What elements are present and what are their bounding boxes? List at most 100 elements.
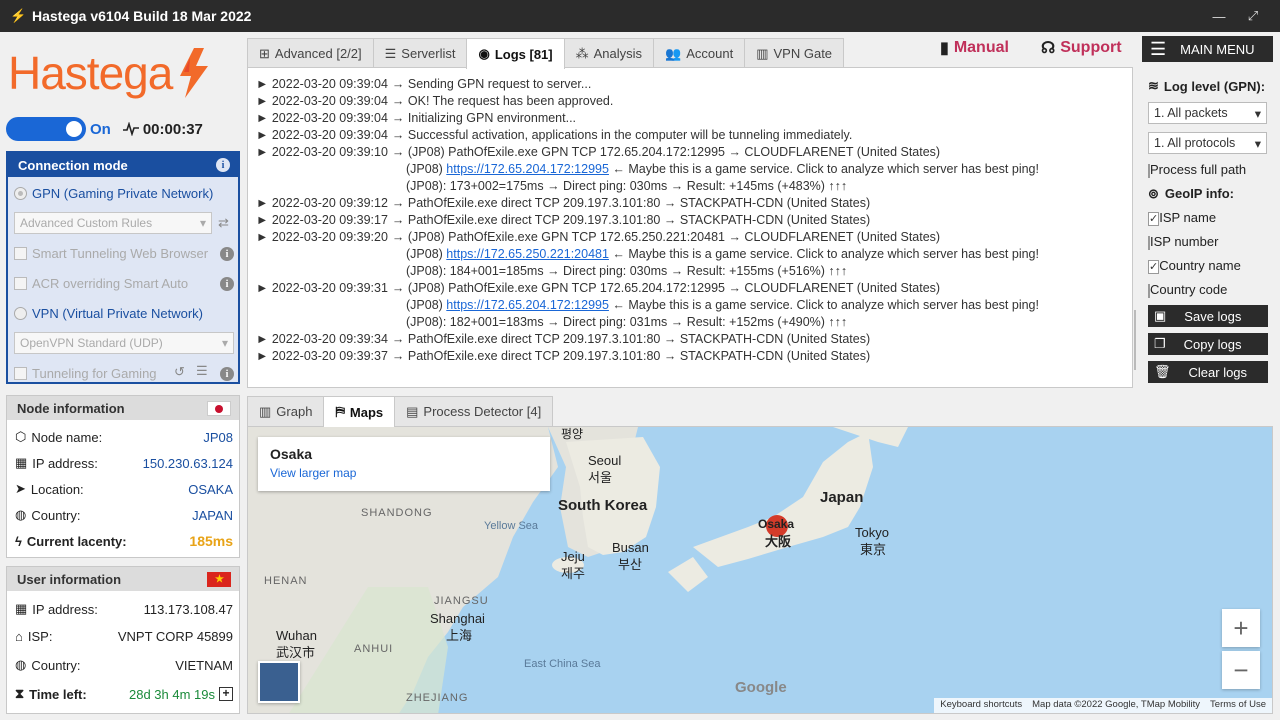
isp-number-checkbox[interactable]: ISP number xyxy=(1148,234,1219,250)
log-line: ► 2022-03-20 09:39:31 → (JP08) PathOfExil… xyxy=(256,281,940,295)
copy-logs-label: Copy logs xyxy=(1183,336,1242,352)
google-logo: Google xyxy=(735,679,787,696)
country-name-checkbox[interactable]: ✓Country name xyxy=(1148,258,1241,274)
chevron-down-icon: ▾ xyxy=(1254,136,1261,151)
connection-mode-title: Connection mode xyxy=(18,157,128,173)
title-bar: ⚡ Hastega v6104 Build 18 Mar 2022 — ⤢ xyxy=(0,0,1280,32)
main-menu-button[interactable]: ☰ MAIN MENU xyxy=(1142,36,1273,62)
analyze-link[interactable]: https://172.65.204.172:12995 xyxy=(446,298,609,312)
info-icon[interactable]: i xyxy=(220,277,234,291)
checkbox-icon xyxy=(14,277,27,290)
japan-flag-icon xyxy=(207,400,231,416)
connection-toggle[interactable] xyxy=(6,117,86,141)
info-icon[interactable]: i xyxy=(216,158,230,172)
clear-logs-button[interactable]: 🗑 Clear logs xyxy=(1148,361,1268,383)
node-country-key: Country: xyxy=(31,507,81,523)
save-logs-button[interactable]: ▣ Save logs xyxy=(1148,305,1268,327)
user-ip-key: IP address: xyxy=(32,601,98,617)
node-information-header: Node information xyxy=(7,396,239,420)
tab-account[interactable]: 👥 Account xyxy=(653,38,746,68)
chip-icon: ▤ xyxy=(406,403,419,419)
tab-logs[interactable]: ◉ Logs [81] xyxy=(466,38,565,69)
hourglass-icon: ⧗ xyxy=(15,686,25,701)
tab-advanced[interactable]: ⊞ Advanced [2/2] xyxy=(247,38,374,68)
isp-number-label: ISP number xyxy=(1150,234,1219,249)
log-text: → OK! The request has been approved. xyxy=(391,94,614,108)
log-timestamp: ► 2022-03-20 09:39:34 xyxy=(256,332,388,346)
main-tabs: ⊞ Advanced [2/2] ☰ Serverlist ◉ Logs [81] ⁂… xyxy=(247,38,845,69)
user-country-value: VIETNAM xyxy=(175,657,233,673)
tab-analysis-label: Analysis xyxy=(593,46,643,61)
terms-link[interactable]: Terms of Use xyxy=(1210,699,1266,712)
log-scrollbar[interactable] xyxy=(1134,310,1136,370)
eye-icon: ◉ xyxy=(478,46,490,61)
tab-analysis[interactable]: ⁂ Analysis xyxy=(563,38,655,68)
log-line: (JP08) https://172.65.204.172:12995 ← Ma… xyxy=(406,298,1039,312)
isp-name-checkbox[interactable]: ✓ISP name xyxy=(1148,210,1216,226)
tab-maps[interactable]: ⛿ Maps xyxy=(323,396,396,427)
list-icon[interactable]: ☰ xyxy=(196,363,208,379)
log-timestamp: ► 2022-03-20 09:39:04 xyxy=(256,94,388,108)
zoom-in-button[interactable]: + xyxy=(1222,609,1260,647)
info-icon[interactable]: i xyxy=(220,247,234,261)
node-location-value: OSAKA xyxy=(188,481,233,497)
user-information-panel: User information ★ ▦ IP address: 113.173.1… xyxy=(6,566,240,714)
map-label: JIANGSU xyxy=(434,595,489,607)
vpn-radio[interactable]: VPN (Virtual Private Network) xyxy=(14,306,203,321)
tab-process-detector[interactable]: ▤ Process Detector [4] xyxy=(394,396,554,426)
acr-override-checkbox[interactable]: ACR overriding Smart Auto xyxy=(14,276,188,291)
node-latency-value: 185ms xyxy=(189,533,233,549)
tab-vpn-gate[interactable]: ▥ VPN Gate xyxy=(744,38,845,68)
sitemap-icon: ⊞ xyxy=(259,45,270,61)
tab-serverlist[interactable]: ☰ Serverlist xyxy=(372,38,468,68)
map-label: Jeju xyxy=(561,549,585,564)
node-country-row: ◍ Country: JAPAN xyxy=(15,507,233,523)
shuffle-icon[interactable]: ⇄ xyxy=(218,215,229,231)
country-code-checkbox[interactable]: Country code xyxy=(1148,282,1227,298)
support-link[interactable]: ☊ Support xyxy=(1041,38,1122,58)
map-label: 東京 xyxy=(860,542,887,557)
rules-select[interactable]: Advanced Custom Rules ▾ xyxy=(14,212,212,234)
gpn-radio[interactable]: GPN (Gaming Private Network) xyxy=(14,186,213,201)
view-larger-map-link[interactable]: View larger map xyxy=(270,466,538,480)
satellite-layer-button[interactable] xyxy=(258,661,300,703)
tab-process-detector-label: Process Detector [4] xyxy=(423,404,542,419)
protocols-select[interactable]: 1. All protocols ▾ xyxy=(1148,132,1267,154)
tunneling-gaming-checkbox[interactable]: Tunneling for Gaming xyxy=(14,366,157,381)
packets-select[interactable]: 1. All packets ▾ xyxy=(1148,102,1267,124)
analyze-link[interactable]: https://172.65.204.172:12995 xyxy=(446,162,609,176)
keyboard-shortcuts-link[interactable]: Keyboard shortcuts xyxy=(940,699,1022,712)
map-label: 제주 xyxy=(561,566,585,581)
add-time-button[interactable]: + xyxy=(219,687,233,701)
map-view[interactable]: Osaka View larger map 평양 Seoul 서울 South … xyxy=(247,426,1273,714)
map-label: Tokyo xyxy=(855,525,889,540)
vpn-select-value: OpenVPN Standard (UDP) xyxy=(20,336,163,350)
map-label: Japan xyxy=(820,489,864,506)
analyze-link[interactable]: https://172.65.250.221:20481 xyxy=(446,247,609,261)
info-icon[interactable]: i xyxy=(220,367,234,381)
vpn-protocol-select[interactable]: OpenVPN Standard (UDP) ▾ xyxy=(14,332,234,354)
packets-select-value: 1. All packets xyxy=(1154,106,1228,120)
log-text: → PathOfExile.exe direct TCP 209.197.3.1… xyxy=(391,213,871,227)
building-icon: ⌂ xyxy=(15,629,23,644)
map-label: 上海 xyxy=(446,628,473,643)
user-isp-row: ⌂ ISP: VNPT CORP 45899 xyxy=(15,629,233,644)
checkbox-icon xyxy=(14,367,27,380)
maximize-button[interactable]: ⤢ xyxy=(1236,0,1270,32)
process-full-path-checkbox[interactable]: Process full path xyxy=(1148,162,1246,178)
minimize-button[interactable]: — xyxy=(1202,0,1236,32)
zoom-out-button[interactable]: − xyxy=(1222,651,1260,689)
time-left-value: 28d 3h 4m 19s xyxy=(128,686,215,702)
log-line: ► 2022-03-20 09:39:10 → (JP08) PathOfExil… xyxy=(256,145,940,159)
log-timestamp: ► 2022-03-20 09:39:31 xyxy=(256,281,388,295)
log-line: ► 2022-03-20 09:39:04 → OK! The request h… xyxy=(256,94,613,108)
log-timestamp: ► 2022-03-20 09:39:12 xyxy=(256,196,388,210)
map-label: 武汉市 xyxy=(276,645,316,660)
log-line: (JP08): 173+002=175ms → Direct ping: 030… xyxy=(406,179,847,193)
user-information-header: User information ★ xyxy=(7,567,239,591)
manual-link[interactable]: ▮ Manual xyxy=(940,38,1009,58)
tab-graph[interactable]: ▥ Graph xyxy=(247,396,325,426)
copy-logs-button[interactable]: ❐ Copy logs xyxy=(1148,333,1268,355)
smart-tunneling-checkbox[interactable]: Smart Tunneling Web Browser xyxy=(14,246,208,261)
reset-icon[interactable]: ↺ xyxy=(174,364,185,380)
